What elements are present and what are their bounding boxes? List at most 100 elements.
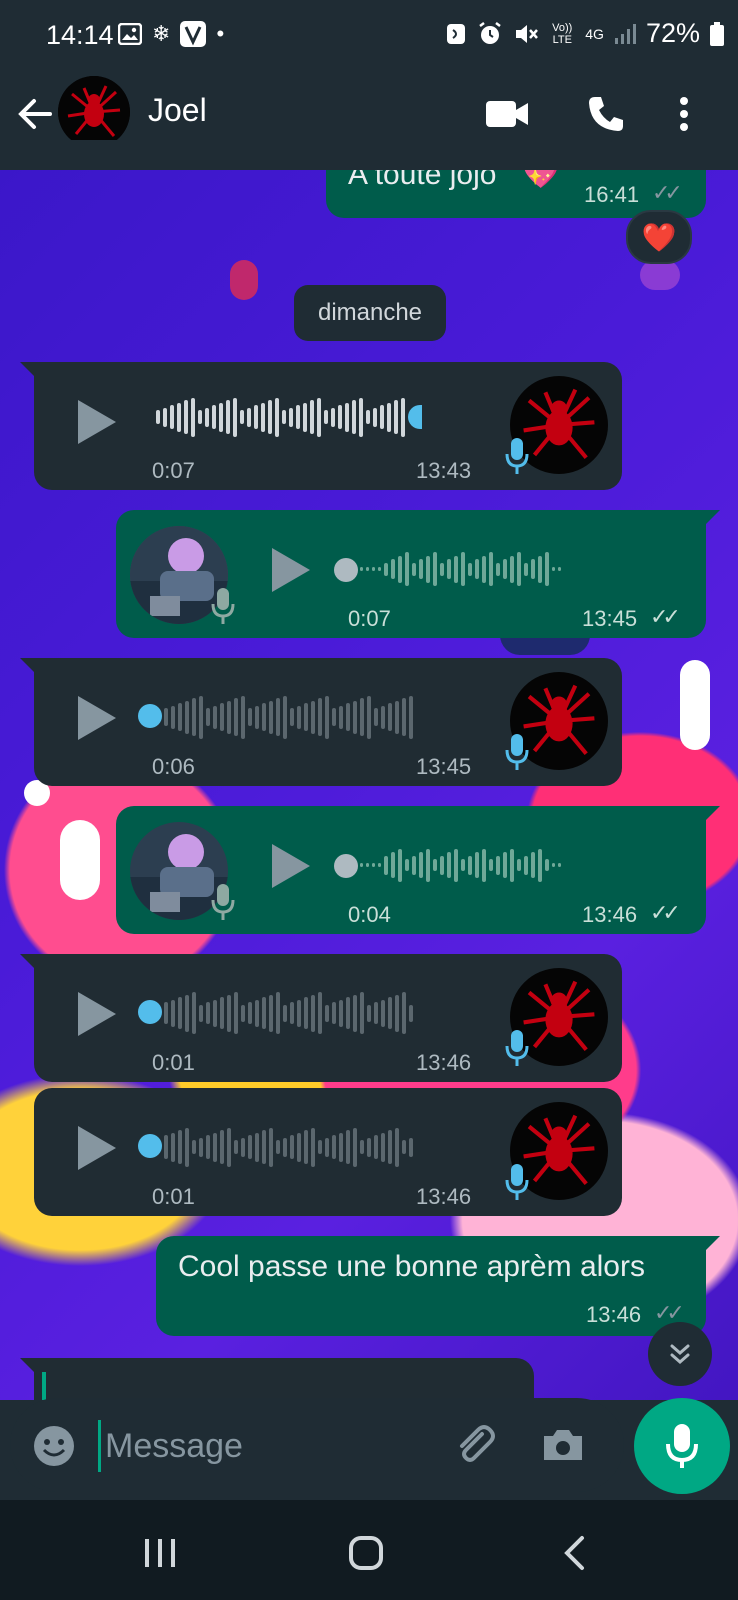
seek-dot[interactable] <box>334 558 358 582</box>
message-time: 13:46 <box>416 1050 472 1075</box>
waveform-bar <box>213 999 217 1027</box>
waveform-bar <box>346 1130 350 1164</box>
voice-message-incoming[interactable]: 0:01 13:46 <box>20 954 622 1082</box>
waveform-bar <box>332 1135 336 1159</box>
waveform[interactable] <box>164 692 413 742</box>
contact-name[interactable]: Joel <box>148 92 207 129</box>
double-check-icon: ✓✓ <box>650 900 681 925</box>
video-call-icon[interactable] <box>480 86 536 142</box>
mute-icon <box>513 20 539 48</box>
network-label: 4G <box>585 25 604 42</box>
seek-dot[interactable] <box>138 704 162 728</box>
waveform-bar <box>496 562 500 576</box>
waveform-bar <box>405 859 409 871</box>
waveform-bar <box>156 410 160 424</box>
play-icon[interactable] <box>78 1126 116 1170</box>
voice-message-incoming[interactable]: 0:06 13:45 <box>20 658 622 786</box>
more-vert-icon[interactable] <box>666 86 702 142</box>
back-arrow-icon[interactable] <box>14 92 58 136</box>
play-icon[interactable] <box>78 992 116 1036</box>
waveform-bar <box>241 1004 245 1022</box>
attach-icon[interactable] <box>452 1422 498 1473</box>
waveform-bar <box>391 559 395 579</box>
waveform-bar <box>409 1137 413 1157</box>
message-bubble-outgoing[interactable]: Cool passe une bonne aprèm alors 13:46 ✓… <box>156 1236 720 1336</box>
voice-duration: 0:04 <box>348 902 391 927</box>
waveform-bar <box>360 992 364 1034</box>
waveform[interactable] <box>164 988 413 1038</box>
play-icon[interactable] <box>272 548 310 592</box>
waveform-bar <box>352 400 356 434</box>
heart-reaction: ❤️ <box>641 221 677 253</box>
waveform-bar <box>164 708 168 726</box>
back-nav-icon[interactable] <box>544 1528 604 1578</box>
snowflake-icon: ❄ <box>152 21 171 46</box>
bubble-tail <box>706 510 720 524</box>
play-icon[interactable] <box>78 400 116 444</box>
seek-dot[interactable] <box>334 854 358 878</box>
camera-icon[interactable] <box>540 1422 586 1473</box>
waveform-bar <box>372 863 375 867</box>
play-icon[interactable] <box>272 844 310 888</box>
home-icon[interactable] <box>336 1528 396 1578</box>
date-separator: dimanche <box>294 285 446 341</box>
waveform-bar <box>318 992 322 1034</box>
voice-message-incoming[interactable]: 0:01 13:46 <box>34 1088 622 1216</box>
waveform-bar <box>402 698 406 736</box>
voice-message-outgoing[interactable]: 0:07 13:45 ✓✓ <box>116 510 720 638</box>
waveform-bar <box>475 852 479 878</box>
waveform[interactable] <box>360 544 561 594</box>
voice-message-incoming[interactable]: 0:07 13:43 <box>20 362 622 490</box>
seek-dot[interactable] <box>138 1000 162 1024</box>
voice-message-outgoing[interactable]: 0:04 13:46 ✓✓ <box>116 806 720 934</box>
phone-icon[interactable] <box>578 86 634 142</box>
emoji-icon[interactable] <box>32 1424 76 1473</box>
double-check-icon: ✓✓ <box>650 604 681 629</box>
waveform-bar <box>255 999 259 1027</box>
waveform-bar <box>531 852 535 878</box>
voice-duration: 0:07 <box>348 606 391 631</box>
waveform-bar <box>325 1137 329 1157</box>
waveform-bar <box>185 1127 189 1167</box>
voice-duration: 0:07 <box>152 458 195 483</box>
waveform-bar <box>367 1004 371 1022</box>
waveform-bar <box>248 708 252 726</box>
record-voice-button[interactable] <box>634 1398 730 1494</box>
waveform-bar <box>366 863 369 867</box>
waveform-bar <box>227 700 231 734</box>
waveform-bar <box>206 1135 210 1159</box>
waveform-bar <box>178 1130 182 1164</box>
waveform[interactable] <box>360 840 561 890</box>
waveform-bar <box>283 695 287 739</box>
message-bubble-incoming-partial[interactable] <box>20 1358 534 1400</box>
waveform[interactable] <box>156 392 422 442</box>
message-composer <box>10 1398 624 1492</box>
scroll-to-bottom-button[interactable] <box>648 1322 712 1386</box>
play-icon[interactable] <box>78 696 116 740</box>
waveform-bar <box>220 997 224 1029</box>
status-time: 14:14 <box>46 20 114 50</box>
reaction-badge[interactable]: ❤️ <box>626 210 692 264</box>
waveform-bar <box>461 859 465 871</box>
waveform[interactable] <box>164 1122 413 1172</box>
waveform-bar <box>552 567 555 571</box>
bubble-tail <box>20 954 34 968</box>
waveform-bar <box>426 848 430 882</box>
waveform-bar <box>206 708 210 726</box>
waveform-bar <box>496 855 500 875</box>
contact-avatar[interactable] <box>58 76 130 148</box>
message-input[interactable] <box>98 1420 447 1472</box>
waveform-bar <box>380 405 384 429</box>
waveform-bar <box>489 859 493 871</box>
waveform-bar <box>447 559 451 579</box>
waveform-bar <box>412 562 416 576</box>
waveform-bar <box>489 552 493 586</box>
waveform-bar <box>240 410 244 424</box>
playhead[interactable] <box>408 405 422 429</box>
waveform-bar <box>381 1132 385 1162</box>
waveform-bar <box>304 703 308 731</box>
waveform-bar <box>164 1135 168 1159</box>
recent-apps-icon[interactable] <box>130 1528 190 1578</box>
waveform-bar <box>178 997 182 1029</box>
seek-dot[interactable] <box>138 1134 162 1158</box>
